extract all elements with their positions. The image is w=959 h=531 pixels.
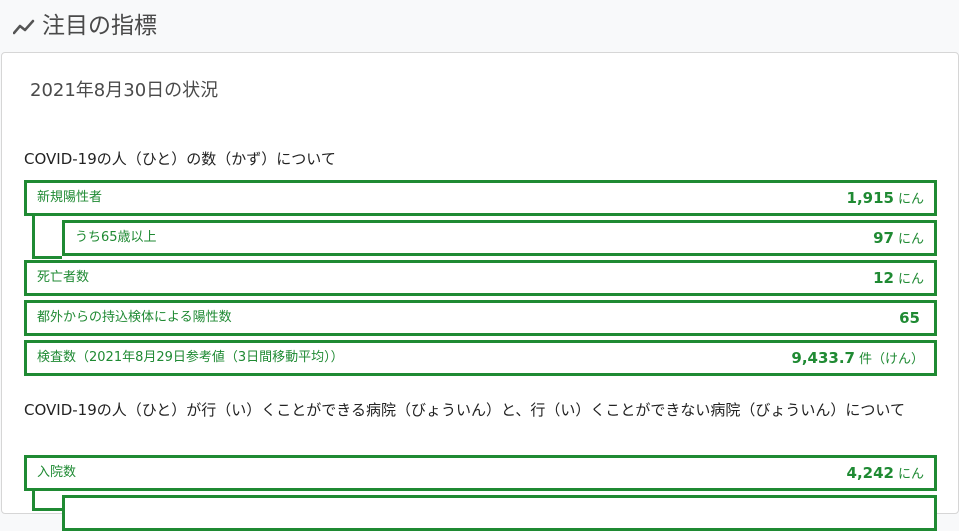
row-external-positives: 都外からの持込検体による陽性数 65 [24,300,937,336]
section-title-people: COVID-19の人（ひと）の数（かず）について [24,150,336,168]
section-title-hospitals: COVID-19の人（ひと）が行（い）くことができる病院（びょういん）と、行（い… [24,401,905,419]
row-over-65: うち65歳以上 97 にん [62,220,937,256]
row-deaths: 死亡者数 12 にん [24,260,937,296]
row-value: 9,433.7 件（けん） [791,349,924,367]
row-tests: 検査数（2021年8月29日参考値（3日間移動平均）） 9,433.7 件（けん） [24,340,937,376]
row-label: 新規陽性者 [37,190,103,205]
trend-line-icon [12,17,35,37]
row-hospitalized-child [62,495,937,531]
row-label: 都外からの持込検体による陽性数 [37,310,232,325]
row-label: 検査数（2021年8月29日参考値（3日間移動平均）） [37,350,344,365]
row-label: うち65歳以上 [75,230,157,245]
row-hospitalized: 入院数 4,242 にん [24,455,937,491]
row-value: 97 にん [873,229,924,247]
page-header: 注目の指標 [0,0,959,52]
row-value: 12 にん [873,269,924,287]
row-new-positives: 新規陽性者 1,915 にん [24,180,937,216]
row-value: 65 [899,309,920,327]
status-date: 2021年8月30日の状況 [30,80,219,101]
row-value: 1,915 にん [846,189,924,207]
tree-connector [32,491,62,511]
row-value: 4,242 にん [846,464,924,482]
row-label: 死亡者数 [37,270,90,285]
page-title: 注目の指標 [42,13,157,39]
tree-connector [32,216,62,259]
indicators-card: 2021年8月30日の状況 COVID-19の人（ひと）の数（かず）について 新… [1,52,959,531]
row-label: 入院数 [37,465,77,480]
